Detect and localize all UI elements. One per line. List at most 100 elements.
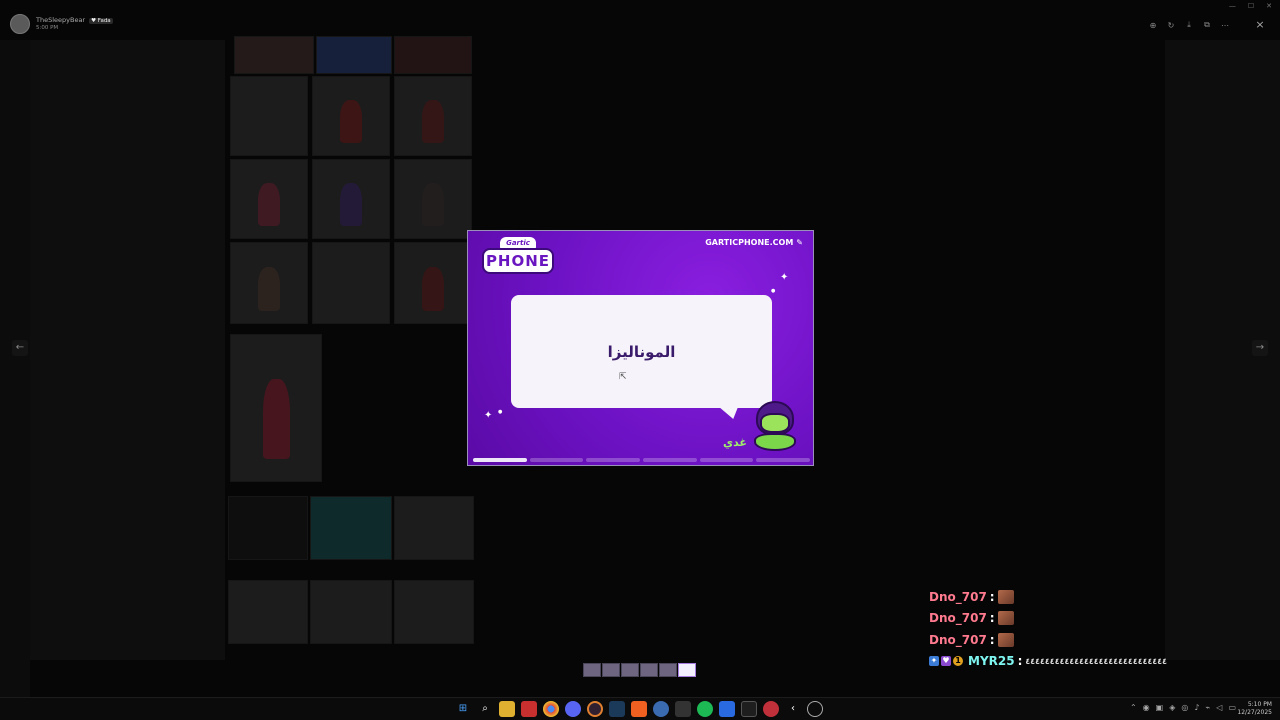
progress-segment [643, 458, 697, 462]
taskbar-clock[interactable]: 5:10 PM 12/27/2025 [1237, 701, 1272, 717]
download-icon[interactable]: ⤓ [1182, 18, 1196, 32]
search-icon[interactable]: ⌕ [477, 701, 493, 717]
volume-icon[interactable]: ◁ [1216, 703, 1222, 712]
steam-icon[interactable] [609, 701, 625, 717]
progress-segment [699, 458, 754, 462]
thumbnail [312, 159, 390, 239]
uploader-name-row: TheSleepyBear ♥ Fada [36, 17, 113, 24]
spotify-icon[interactable] [697, 701, 713, 717]
more-icon[interactable]: ⋯ [1218, 18, 1232, 32]
background-image-grid [228, 36, 476, 648]
thumbnail [394, 36, 472, 74]
chevron-up-icon[interactable]: ⌃ [1130, 703, 1137, 712]
thumbnail [230, 334, 322, 482]
chat-message: Dno_707 : [929, 608, 1189, 630]
gold-badge-icon: 1 [953, 656, 963, 667]
strip-thumbnail[interactable] [621, 663, 639, 677]
thumbnail [394, 242, 472, 324]
avatar-face [760, 413, 790, 433]
progress-segment [473, 458, 527, 462]
gartic-phone-logo: Gartic PHONE [482, 237, 554, 277]
progress-segment [586, 458, 641, 462]
brave-icon[interactable] [631, 701, 647, 717]
clock-time: 5:10 PM [1247, 701, 1272, 708]
strip-thumbnail-active[interactable] [678, 663, 696, 677]
uploader-meta: TheSleepyBear ♥ Fada 5:00 PM [36, 17, 113, 31]
zoom-in-icon[interactable]: ⊕ [1146, 18, 1160, 32]
chat-separator: : [989, 589, 995, 604]
tray-app-icon[interactable]: ◉ [1143, 703, 1150, 712]
heart-badge-icon: ♥ [941, 656, 951, 667]
minimize-icon[interactable]: — [1229, 2, 1236, 10]
store-icon[interactable] [719, 701, 735, 717]
thumbnail [310, 580, 392, 644]
maximize-icon[interactable]: ☐ [1248, 2, 1254, 10]
app-icon[interactable] [763, 701, 779, 717]
thumbnail [310, 496, 392, 560]
thumbnail [394, 496, 474, 560]
sparkle-icon: ● [771, 288, 776, 294]
next-image-button[interactable]: → [1252, 340, 1268, 356]
thumbnail [312, 76, 390, 156]
player-name: غدي [723, 436, 747, 449]
open-external-icon[interactable]: ⧉ [1200, 18, 1214, 32]
emote-icon [997, 589, 1014, 604]
uploader-name[interactable]: TheSleepyBear [36, 17, 85, 24]
game-icon[interactable] [675, 701, 691, 717]
prompt-bubble: الموناليزا [511, 295, 772, 408]
mic-icon[interactable]: ♪ [1194, 703, 1199, 712]
thumbnail [394, 76, 472, 156]
chrome-icon[interactable] [543, 701, 559, 717]
screen: TheSleepyBear ♥ Fada 5:00 PM — ☐ ✕ ⊕ ↻ ⤓… [0, 0, 1280, 720]
chat-username: MYR25 [968, 654, 1015, 669]
system-tray: ⌃ ◉ ▣ ◈ ◎ ♪ ⌁ ◁ ▭ [1130, 703, 1236, 712]
emote-icon [997, 632, 1014, 647]
avatar-body [754, 433, 796, 451]
file-explorer-icon[interactable] [499, 701, 515, 717]
window-close-icon[interactable]: ✕ [1266, 2, 1272, 10]
back-icon[interactable]: ‹ [785, 701, 801, 717]
thumbnail [228, 580, 308, 644]
uploader-badge: ♥ Fada [89, 17, 113, 24]
tray-app-icon[interactable]: ▣ [1156, 703, 1164, 712]
channel-list [30, 40, 225, 660]
sync-icon[interactable] [807, 701, 823, 717]
previous-image-button[interactable]: ← [12, 340, 28, 356]
prompt-text: الموناليزا [607, 342, 676, 361]
thumbnail [312, 242, 390, 324]
pencil-icon: ✎ [796, 238, 803, 247]
chat-username: Dno_707 [929, 589, 987, 604]
chat-text: ٤٤٤٤٤٤٤٤٤٤٤٤٤٤٤٤٤٤٤٤٤٤٤٤٤٤٤٤٤ [1025, 656, 1167, 666]
chat-username: Dno_707 [929, 632, 987, 647]
site-url-text: GARTICPHONE.COM [705, 238, 794, 247]
chat-message: Dno_707 : [929, 629, 1189, 651]
progress-bar [473, 458, 811, 462]
chat-badges: ✦ ♥ 1 [929, 656, 963, 667]
gartic-phone-card: Gartic PHONE GARTICPHONE.COM ✎ ✦ ● ✦ ● ا… [467, 230, 814, 466]
excel-icon[interactable] [741, 701, 757, 717]
strip-thumbnail[interactable] [659, 663, 677, 677]
media-icon[interactable] [521, 701, 537, 717]
discord-icon[interactable] [565, 701, 581, 717]
player-avatar [752, 401, 798, 453]
thumbnail [316, 36, 392, 74]
thumbnail [394, 159, 472, 239]
strip-thumbnail[interactable] [583, 663, 601, 677]
battery-icon[interactable]: ▭ [1228, 703, 1236, 712]
network-status-icon[interactable]: ⌁ [1205, 703, 1210, 712]
strip-thumbnail[interactable] [602, 663, 620, 677]
progress-segment [756, 458, 811, 462]
network-icon[interactable] [653, 701, 669, 717]
emote-icon [997, 611, 1014, 626]
chat-message: ✦ ♥ 1 MYR25 : ٤٤٤٤٤٤٤٤٤٤٤٤٤٤٤٤٤٤٤٤٤٤٤٤٤٤… [929, 651, 1189, 673]
taskbar-apps: ⊞ ⌕ ‹ [455, 701, 823, 717]
tray-app-icon[interactable]: ◎ [1181, 703, 1188, 712]
tray-app-icon[interactable]: ◈ [1169, 703, 1175, 712]
strip-thumbnail[interactable] [640, 663, 658, 677]
rotate-icon[interactable]: ↻ [1164, 18, 1178, 32]
windows-start-icon[interactable]: ⊞ [455, 701, 471, 717]
sparkle-icon: ● [498, 409, 503, 415]
obs-icon[interactable] [587, 701, 603, 717]
close-icon[interactable]: × [1252, 17, 1268, 33]
thumbnail [234, 36, 314, 74]
